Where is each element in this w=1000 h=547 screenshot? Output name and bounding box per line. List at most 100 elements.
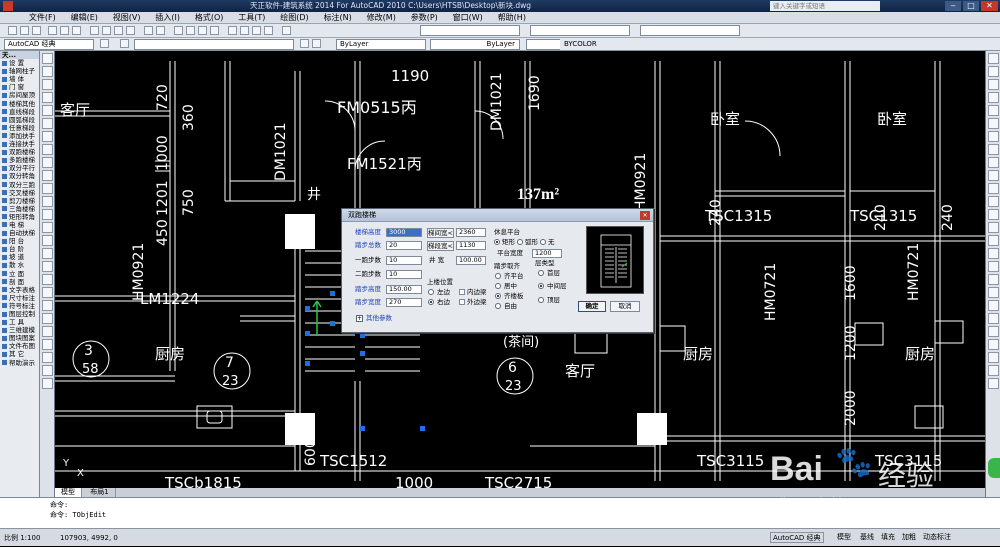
palette-item[interactable]: 墙 体 <box>0 75 39 83</box>
modify-tool-icon[interactable] <box>987 131 999 142</box>
align-floor-radio[interactable] <box>495 293 501 299</box>
workspace-switch[interactable]: AutoCAD 经典 <box>770 532 824 543</box>
modify-tool-icon[interactable] <box>987 183 999 194</box>
palette-item[interactable]: 房间屋顶 <box>0 91 39 99</box>
maximize-button[interactable]: □ <box>963 1 979 11</box>
free-radio[interactable] <box>495 303 501 309</box>
modify-tool-icon[interactable] <box>987 352 999 363</box>
side-float-icon[interactable] <box>988 458 1000 478</box>
draw-tool-icon[interactable] <box>41 222 53 233</box>
middle-floor-radio[interactable] <box>538 283 544 289</box>
modify-tool-icon[interactable] <box>987 209 999 220</box>
flight-width-input[interactable]: 2360 <box>456 228 486 237</box>
left-radio[interactable] <box>428 289 434 295</box>
draw-tool-icon[interactable] <box>41 157 53 168</box>
platform-width-input[interactable]: 1200 <box>532 249 562 258</box>
menu-help[interactable]: 帮助(H) <box>492 12 532 24</box>
ok-button[interactable]: 确定 <box>578 301 606 312</box>
segment-width-input[interactable]: 1130 <box>456 241 486 250</box>
palette-item[interactable]: 符号标注 <box>0 302 39 310</box>
modify-tool-icon[interactable] <box>987 66 999 77</box>
undo-icon[interactable] <box>144 26 153 35</box>
draw-tool-icon[interactable] <box>41 209 53 220</box>
palette-item[interactable]: 三维建模 <box>0 326 39 334</box>
autocad-logo-icon[interactable] <box>3 1 13 11</box>
workspace-settings-icon[interactable] <box>100 39 109 48</box>
pan-icon[interactable] <box>174 26 183 35</box>
modify-tool-icon[interactable] <box>987 313 999 324</box>
stair-height-input[interactable]: 3000 <box>386 228 422 237</box>
palette-item[interactable]: 立 面 <box>0 270 39 278</box>
palette-item[interactable]: 图层控制 <box>0 310 39 318</box>
modify-tool-icon[interactable] <box>987 118 999 129</box>
draw-tool-icon[interactable] <box>41 196 53 207</box>
segment-width-button[interactable]: 梯段宽< <box>427 241 454 251</box>
zoom-icon[interactable] <box>186 26 195 35</box>
palette-item[interactable]: 矩形转角 <box>0 213 39 221</box>
draw-tool-icon[interactable] <box>41 235 53 246</box>
modify-tool-icon[interactable] <box>987 365 999 376</box>
layer-previous-icon[interactable] <box>312 39 321 48</box>
save-icon[interactable] <box>32 26 41 35</box>
draw-tool-icon[interactable] <box>41 118 53 129</box>
modify-tool-icon[interactable] <box>987 274 999 285</box>
draw-tool-icon[interactable] <box>41 352 53 363</box>
modify-tool-icon[interactable] <box>987 261 999 272</box>
modify-tool-icon[interactable] <box>987 248 999 259</box>
draw-tool-icon[interactable] <box>41 274 53 285</box>
menu-params[interactable]: 参数(P) <box>405 12 444 24</box>
modify-tool-icon[interactable] <box>987 157 999 168</box>
palette-item[interactable]: 自动扶梯 <box>0 229 39 237</box>
design-center-icon[interactable] <box>240 26 249 35</box>
paste-icon[interactable] <box>114 26 123 35</box>
draw-tool-icon[interactable] <box>41 313 53 324</box>
help-icon[interactable] <box>282 26 291 35</box>
flight-width-button[interactable]: 梯间宽< <box>427 228 454 238</box>
draw-tool-icon[interactable] <box>41 300 53 311</box>
palette-item[interactable]: 双分转角 <box>0 172 39 180</box>
draw-tool-icon[interactable] <box>41 170 53 181</box>
palette-item[interactable]: 坡 道 <box>0 253 39 261</box>
draw-tool-icon[interactable] <box>41 339 53 350</box>
make-current-icon[interactable] <box>300 39 309 48</box>
palette-item[interactable]: 双跑楼梯 <box>0 148 39 156</box>
palette-item[interactable]: 设 置 <box>0 59 39 67</box>
palette-item[interactable]: 阳 台 <box>0 237 39 245</box>
modify-tool-icon[interactable] <box>987 300 999 311</box>
layer-manager-icon[interactable] <box>120 39 129 48</box>
modify-tool-icon[interactable] <box>987 79 999 90</box>
inner-beam-checkbox[interactable] <box>459 289 465 295</box>
menu-draw[interactable]: 绘图(D) <box>274 12 314 24</box>
menu-view[interactable]: 视图(V) <box>107 12 147 24</box>
align-platform-radio[interactable] <box>495 273 501 279</box>
top-floor-radio[interactable] <box>538 297 544 303</box>
cancel-button[interactable]: 取消 <box>610 301 640 312</box>
first-floor-radio[interactable] <box>538 270 544 276</box>
properties-icon[interactable] <box>228 26 237 35</box>
draw-tool-icon[interactable] <box>41 365 53 376</box>
zoom-window-icon[interactable] <box>198 26 207 35</box>
draw-tool-icon[interactable] <box>41 66 53 77</box>
draw-tool-icon[interactable] <box>41 144 53 155</box>
palette-item[interactable]: 尺寸标注 <box>0 294 39 302</box>
status-baseline-button[interactable]: 基线 <box>858 532 876 543</box>
new-icon[interactable] <box>8 26 17 35</box>
tab-layout1[interactable]: 布局1 <box>84 488 116 497</box>
palette-item[interactable]: 轴网柱子 <box>0 67 39 75</box>
copy-icon[interactable] <box>102 26 111 35</box>
modify-tool-icon[interactable] <box>987 235 999 246</box>
first-flight-input[interactable]: 10 <box>386 256 422 265</box>
color-combo[interactable]: ByLayer <box>336 39 426 50</box>
right-radio[interactable] <box>428 299 434 305</box>
zoom-previous-icon[interactable] <box>210 26 219 35</box>
modify-tool-icon[interactable] <box>987 53 999 64</box>
palette-item[interactable]: 门 窗 <box>0 83 39 91</box>
more-params-link[interactable]: 其他参数 <box>366 314 392 323</box>
modify-tool-icon[interactable] <box>987 339 999 350</box>
dialog-close-button[interactable]: ✕ <box>640 211 650 220</box>
workspace-combo[interactable]: AutoCAD 经典 <box>4 39 94 50</box>
outer-beam-checkbox[interactable] <box>459 299 465 305</box>
publish-icon[interactable] <box>72 26 81 35</box>
open-icon[interactable] <box>20 26 29 35</box>
scale-readout[interactable]: 比例 1:100 <box>4 529 40 547</box>
